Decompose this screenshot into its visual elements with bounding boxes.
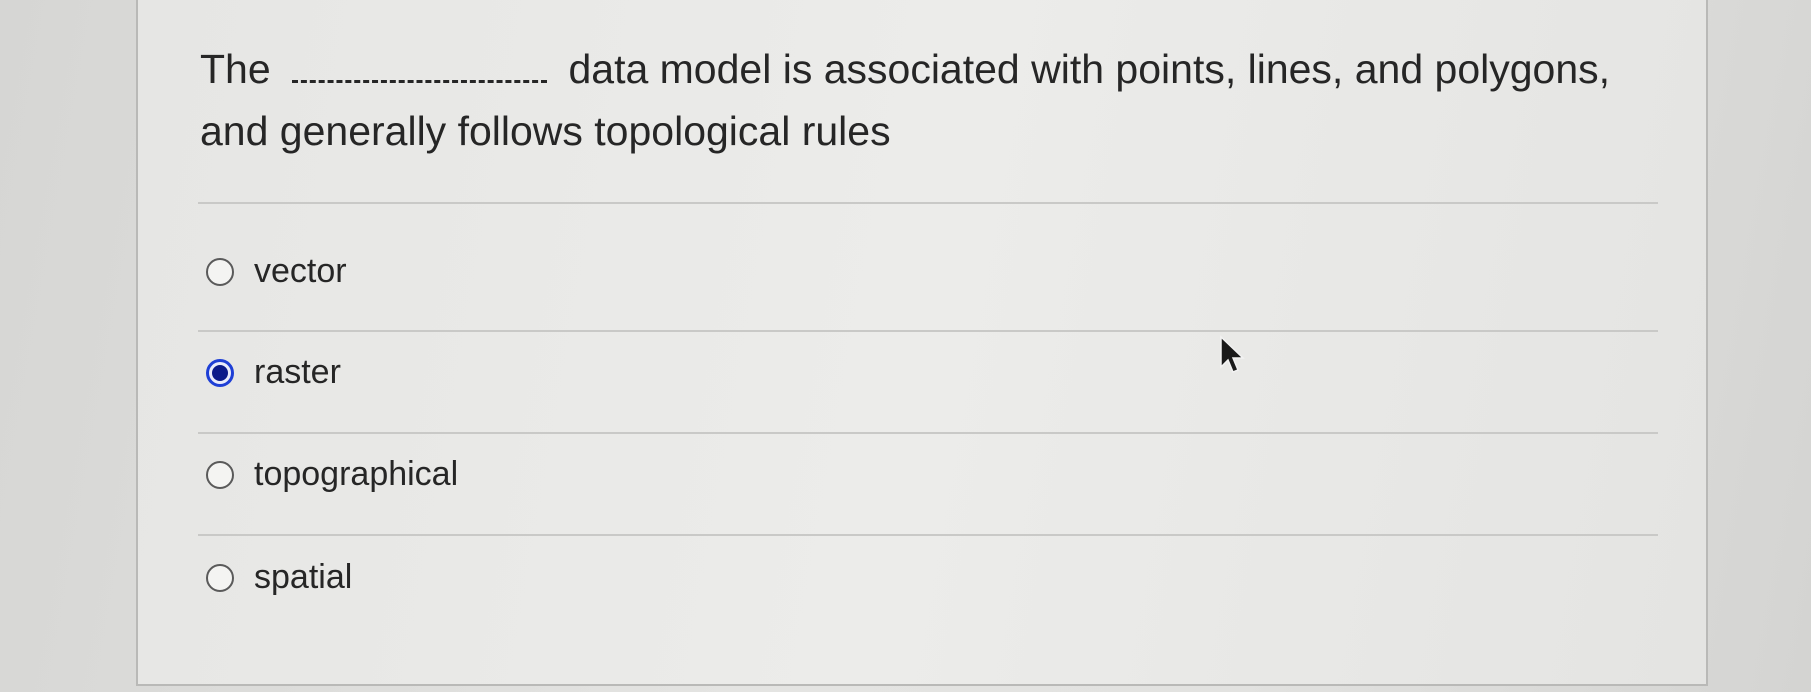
radio-button[interactable]	[206, 563, 234, 592]
option-spatial[interactable]: spatial	[206, 558, 352, 597]
question-text: The data model is associated with points…	[200, 38, 1680, 162]
radio-button-selected[interactable]	[206, 358, 234, 387]
option-label: spatial	[254, 558, 353, 596]
radio-selected-dot	[212, 364, 228, 381]
option-raster[interactable]: raster	[206, 353, 341, 392]
option-label: vector	[254, 252, 347, 290]
divider	[198, 330, 1658, 332]
divider	[198, 432, 1658, 434]
question-card: The data model is associated with points…	[136, 0, 1708, 686]
radio-button[interactable]	[206, 257, 234, 286]
radio-button[interactable]	[206, 460, 234, 489]
question-prefix: The	[200, 46, 271, 92]
divider	[198, 202, 1658, 204]
divider	[198, 534, 1658, 536]
option-topographical[interactable]: topographical	[206, 455, 458, 494]
option-vector[interactable]: vector	[206, 252, 347, 291]
option-label: topographical	[254, 455, 459, 493]
answer-blank	[292, 50, 548, 83]
arrow-cursor-icon	[1220, 335, 1245, 373]
option-label: raster	[254, 353, 341, 391]
page: The data model is associated with points…	[0, 0, 1811, 692]
